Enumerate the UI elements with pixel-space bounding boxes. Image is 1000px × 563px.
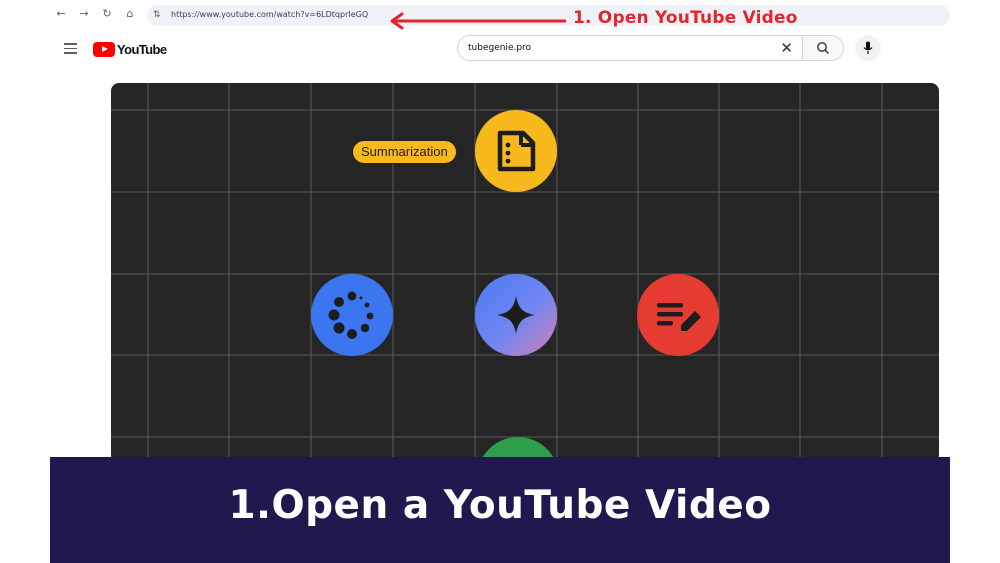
search-input[interactable]: tubegenie.pro ✕	[457, 35, 844, 61]
reload-icon[interactable]: ↻	[100, 7, 114, 21]
forward-icon[interactable]: →	[77, 7, 91, 21]
screenshot-frame: ← → ↻ ⌂ ⇅ https://www.youtube.com/watch?…	[50, 0, 950, 563]
youtube-logo[interactable]: YouTube	[93, 41, 167, 57]
browser-toolbar: ← → ↻ ⌂ ⇅ https://www.youtube.com/watch?…	[50, 0, 950, 30]
annotation-arrow-icon	[390, 12, 566, 30]
voice-search-button[interactable]	[855, 35, 881, 61]
url-text: https://www.youtube.com/watch?v=6LDtqprI…	[171, 10, 369, 19]
youtube-play-icon	[93, 41, 115, 57]
caption-text: 1.Open a YouTube Video	[228, 483, 772, 528]
edit-note-icon	[657, 303, 701, 331]
sparkle-icon	[497, 296, 535, 334]
clear-search-icon[interactable]: ✕	[780, 39, 793, 57]
summarization-feature	[475, 110, 557, 192]
caption-banner: 1.Open a YouTube Video	[50, 457, 950, 563]
loading-dots-icon	[328, 291, 374, 339]
document-icon	[497, 130, 536, 172]
menu-icon[interactable]	[64, 43, 77, 54]
search-icon	[817, 42, 829, 54]
ai-sparkle-feature	[475, 274, 557, 356]
loading-feature	[311, 274, 393, 356]
site-info-icon[interactable]: ⇅	[153, 9, 165, 21]
search-query: tubegenie.pro	[468, 43, 532, 53]
annotation-label: 1. Open YouTube Video	[573, 8, 798, 28]
youtube-logo-text: YouTube	[117, 41, 167, 57]
edit-notes-feature	[637, 274, 719, 356]
back-icon[interactable]: ←	[54, 7, 68, 21]
home-icon[interactable]: ⌂	[123, 7, 137, 21]
youtube-header: YouTube tubegenie.pro ✕	[50, 32, 950, 68]
microphone-icon	[863, 41, 873, 54]
search-button[interactable]	[802, 36, 843, 60]
summarization-label: Summarization	[352, 140, 457, 164]
video-player[interactable]: Summarization	[111, 83, 939, 463]
